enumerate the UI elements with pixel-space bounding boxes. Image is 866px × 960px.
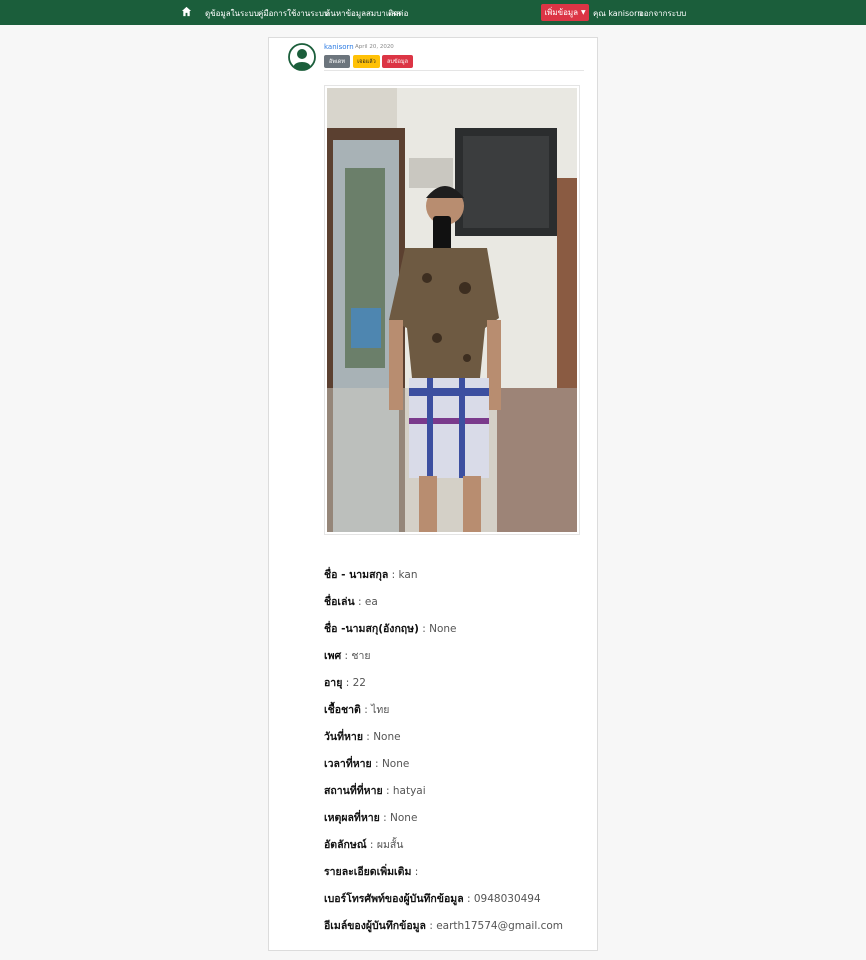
person-photo-frame xyxy=(324,85,580,535)
detail-missing-time: เวลาที่หาย : None xyxy=(324,758,410,770)
nav-view-data[interactable]: ดูข้อมูลในระบบ xyxy=(205,7,259,20)
user-circle-icon xyxy=(288,43,316,71)
detail-missing-reason: เหตุผลที่หาย : None xyxy=(324,812,418,824)
nav-manual[interactable]: คู่มือการใช้งานระบบ xyxy=(258,7,329,20)
found-button[interactable]: เจอแล้ว xyxy=(353,55,380,68)
detail-recorder-phone: เบอร์โทรศัพท์ของผู้บันทึกข้อมูล : 094803… xyxy=(324,893,541,905)
nav-logout[interactable]: ออกจากระบบ xyxy=(639,7,686,20)
detail-nationality: เชื้อชาติ : ไทย xyxy=(324,704,390,716)
top-navbar: ดูข้อมูลในระบบ คู่มือการใช้งานระบบ ค้นหา… xyxy=(0,0,866,25)
edit-button[interactable]: อัพเดท xyxy=(324,55,350,68)
detail-recorder-email: อีเมล์ของผู้บันทึกข้อมูล : earth17574@gm… xyxy=(324,920,564,932)
add-data-label: เพิ่มข้อมูล xyxy=(544,8,579,17)
delete-button[interactable]: ลบข้อมูล xyxy=(382,55,413,68)
add-data-dropdown-button[interactable]: เพิ่มข้อมูล ▼ xyxy=(541,4,589,21)
detail-full-name: ชื่อ - นามสกุล : kan xyxy=(324,569,418,581)
header-divider xyxy=(324,70,584,71)
detail-missing-date: วันที่หาย : None xyxy=(324,731,401,743)
detail-english-name: ชื่อ -นามสกุ(อังกฤษ) : None xyxy=(324,623,457,635)
detail-identity: อัตลักษณ์ : ผมสั้น xyxy=(324,839,404,851)
home-icon[interactable] xyxy=(181,6,192,17)
detail-nickname: ชื่อเล่น : ea xyxy=(324,596,378,608)
post-author[interactable]: kanisorn xyxy=(324,43,354,51)
post-date: April 20, 2020 xyxy=(355,44,394,50)
person-details: ชื่อ - นามสกุล : kan ชื่อเล่น : ea ชื่อ … xyxy=(324,566,594,944)
person-photo xyxy=(327,88,577,532)
nav-contact[interactable]: ติดต่อ xyxy=(388,7,408,20)
detail-missing-place: สถานที่ที่หาย : hatyai xyxy=(324,785,426,797)
detail-gender: เพศ : ชาย xyxy=(324,650,371,662)
detail-additional: รายละเอียดเพิ่มเติม : xyxy=(324,866,419,878)
caret-down-icon: ▼ xyxy=(581,9,586,16)
post-card: kanisorn April 20, 2020 อัพเดท เจอแล้ว ล… xyxy=(268,37,598,951)
detail-age: อายุ : 22 xyxy=(324,677,366,689)
nav-user[interactable]: คุณ kanisorn xyxy=(593,7,642,20)
